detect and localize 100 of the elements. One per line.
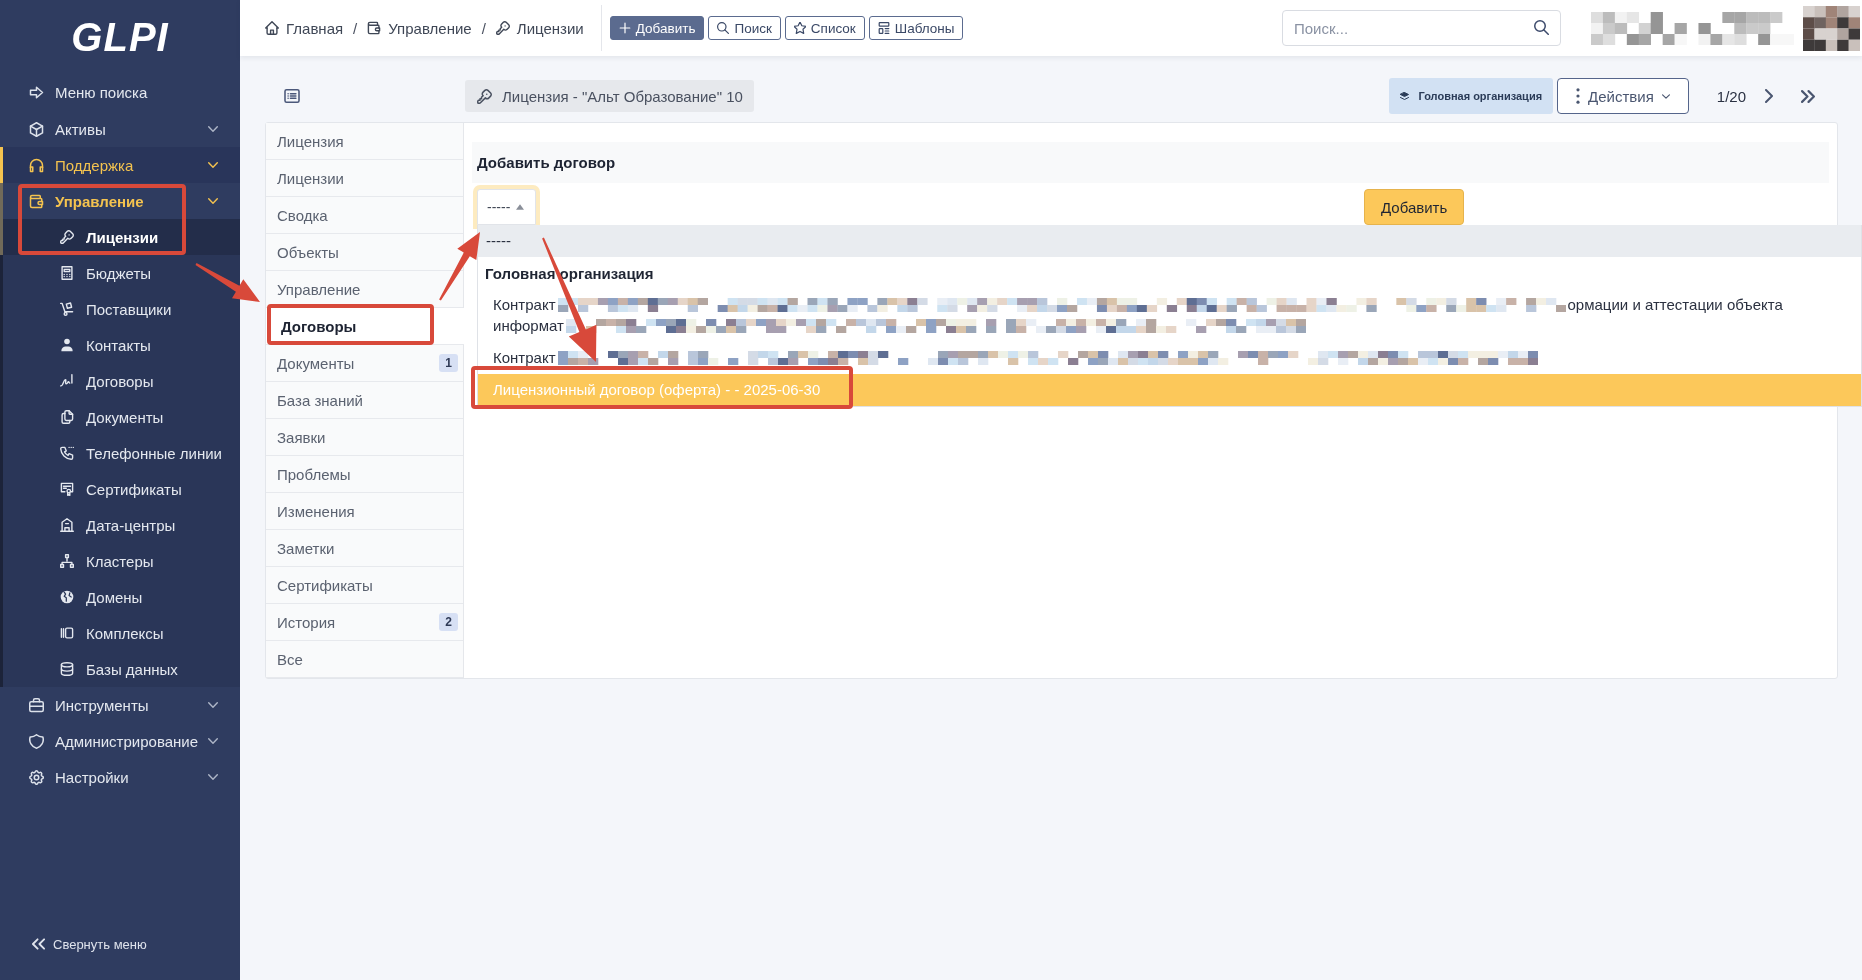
chevron-down-icon xyxy=(208,198,218,204)
sidebar-submenu-item[interactable]: Поставщики xyxy=(0,291,240,327)
tab[interactable]: Все xyxy=(266,641,463,678)
breadcrumb-link[interactable]: Главная xyxy=(265,19,344,37)
tab-count: 1 xyxy=(439,354,458,372)
sidebar-submenu-item[interactable]: Телефонные линии xyxy=(0,435,240,471)
chevron-down-icon xyxy=(208,774,218,780)
search-icon[interactable] xyxy=(1534,20,1549,35)
sidebar-submenu-item[interactable]: Кластеры xyxy=(0,543,240,579)
pager-position: 1/20 xyxy=(1716,87,1746,105)
vertical-dots-icon xyxy=(1576,88,1581,104)
sidebar-submenu-item[interactable]: Договоры xyxy=(0,363,240,399)
option-group-label: Головная организация xyxy=(484,263,655,284)
double-chevron-right-icon xyxy=(1801,89,1815,103)
chevron-down-icon xyxy=(208,126,218,132)
wallet-icon xyxy=(29,193,44,209)
sidebar-menu-item[interactable]: Настройки xyxy=(0,759,240,795)
tab[interactable]: Изменения xyxy=(266,493,463,530)
sidebar-submenu-item[interactable]: Контакты xyxy=(0,327,240,363)
tab[interactable]: Лицензия xyxy=(266,123,463,160)
calculator-icon xyxy=(60,266,74,280)
chevron-right-icon xyxy=(1765,89,1773,103)
entity-name: Головная организация xyxy=(1418,90,1543,102)
tab[interactable]: Лицензии xyxy=(266,160,463,197)
section-heading: Добавить договор xyxy=(477,154,616,171)
sidebar-menu-item[interactable]: Активы xyxy=(0,111,240,147)
dropdown-option[interactable]: ----- xyxy=(478,225,1861,257)
arrow-right-icon xyxy=(29,84,44,100)
chevron-down-icon xyxy=(1661,93,1670,99)
sidebar-menu-item[interactable]: Администрирование xyxy=(0,723,240,759)
tab[interactable]: Проблемы xyxy=(266,456,463,493)
sidebar-menu-item[interactable]: Поддержка xyxy=(0,147,240,183)
home-icon xyxy=(265,21,279,35)
templates-button[interactable]: Шаблоны xyxy=(868,16,964,40)
annotation-arrow xyxy=(195,263,260,302)
sidebar-submenu-item[interactable]: Сертификаты xyxy=(0,471,240,507)
tab-count: 2 xyxy=(439,613,458,631)
shield-icon xyxy=(29,733,44,749)
chevron-down-icon xyxy=(208,738,218,744)
sidebar-submenu-item[interactable]: Комплексы xyxy=(0,615,240,651)
next-button[interactable] xyxy=(1765,89,1773,103)
sidebar-submenu-item[interactable]: Бюджеты xyxy=(0,255,240,291)
breadcrumb-separator: / xyxy=(353,19,358,37)
chevron-down-icon xyxy=(208,702,218,708)
rack-icon xyxy=(60,626,74,640)
key-icon xyxy=(477,88,492,104)
person-icon xyxy=(60,338,74,352)
building-icon xyxy=(60,518,74,532)
phone-icon xyxy=(60,446,74,460)
tab[interactable]: Документы 1 xyxy=(266,345,463,382)
pixelated-avatar xyxy=(1803,5,1860,51)
briefcase-icon xyxy=(29,697,44,713)
dropdown-option[interactable]: Контракт ормации и аттестации объекта информат xyxy=(478,289,1861,342)
last-button[interactable] xyxy=(1801,89,1815,103)
actions-button[interactable]: Действия xyxy=(1557,78,1689,114)
sidebar-menu-item[interactable]: Меню поиска xyxy=(0,73,240,111)
annotation-arrow xyxy=(439,232,480,301)
breadcrumb-link[interactable]: Управление xyxy=(367,19,472,37)
layout-icon xyxy=(877,22,890,34)
search-field[interactable]: Поиск... xyxy=(1282,10,1561,46)
database-icon xyxy=(60,662,74,676)
tab[interactable]: Сводка xyxy=(266,197,463,234)
sidebar-submenu-item[interactable]: Базы данных xyxy=(0,651,240,687)
sidebar-submenu-item[interactable]: Домены xyxy=(0,579,240,615)
sidebar-submenu-item[interactable]: Документы xyxy=(0,399,240,435)
breadcrumb-link[interactable]: Лицензии xyxy=(495,19,584,37)
tab[interactable]: Заметки xyxy=(266,530,463,567)
breadcrumb-separator: / xyxy=(481,19,486,37)
hand-truck-icon xyxy=(60,302,74,316)
layers-icon xyxy=(1400,92,1410,100)
nodes-icon xyxy=(60,554,74,568)
tab[interactable]: История 2 xyxy=(266,604,463,641)
key-icon xyxy=(60,230,74,244)
app-logo: GLPI xyxy=(71,16,169,57)
cube-icon xyxy=(29,121,44,137)
sidebar-submenu-item[interactable]: Дата-центры xyxy=(0,507,240,543)
wallet-icon xyxy=(367,21,382,35)
headset-icon xyxy=(29,157,44,173)
certificate-icon xyxy=(60,482,74,496)
add-contract-button[interactable]: Добавить xyxy=(1364,189,1465,225)
list-icon[interactable] xyxy=(284,89,300,103)
add-button[interactable]: Добавить xyxy=(609,16,705,40)
star-icon xyxy=(793,22,806,34)
signature-icon xyxy=(60,374,74,388)
dropdown-option[interactable]: Контракт xyxy=(478,342,1861,374)
chevron-down-icon xyxy=(208,162,218,168)
sidebar-menu-item[interactable]: Инструменты xyxy=(0,687,240,723)
tab[interactable]: Сертификаты xyxy=(266,567,463,604)
plus-icon xyxy=(618,22,631,34)
tab[interactable]: База знаний xyxy=(266,382,463,419)
search-icon xyxy=(717,22,730,34)
caret-up-icon xyxy=(516,204,525,210)
files-icon xyxy=(60,410,74,424)
key-icon xyxy=(495,21,510,35)
search-button[interactable]: Поиск xyxy=(708,16,781,40)
collapse-menu-button[interactable]: Свернуть меню xyxy=(32,932,147,956)
double-chevron-left-icon xyxy=(32,938,45,950)
globe-icon xyxy=(60,590,74,604)
tab[interactable]: Заявки xyxy=(266,419,463,456)
list-button[interactable]: Список xyxy=(784,16,865,40)
